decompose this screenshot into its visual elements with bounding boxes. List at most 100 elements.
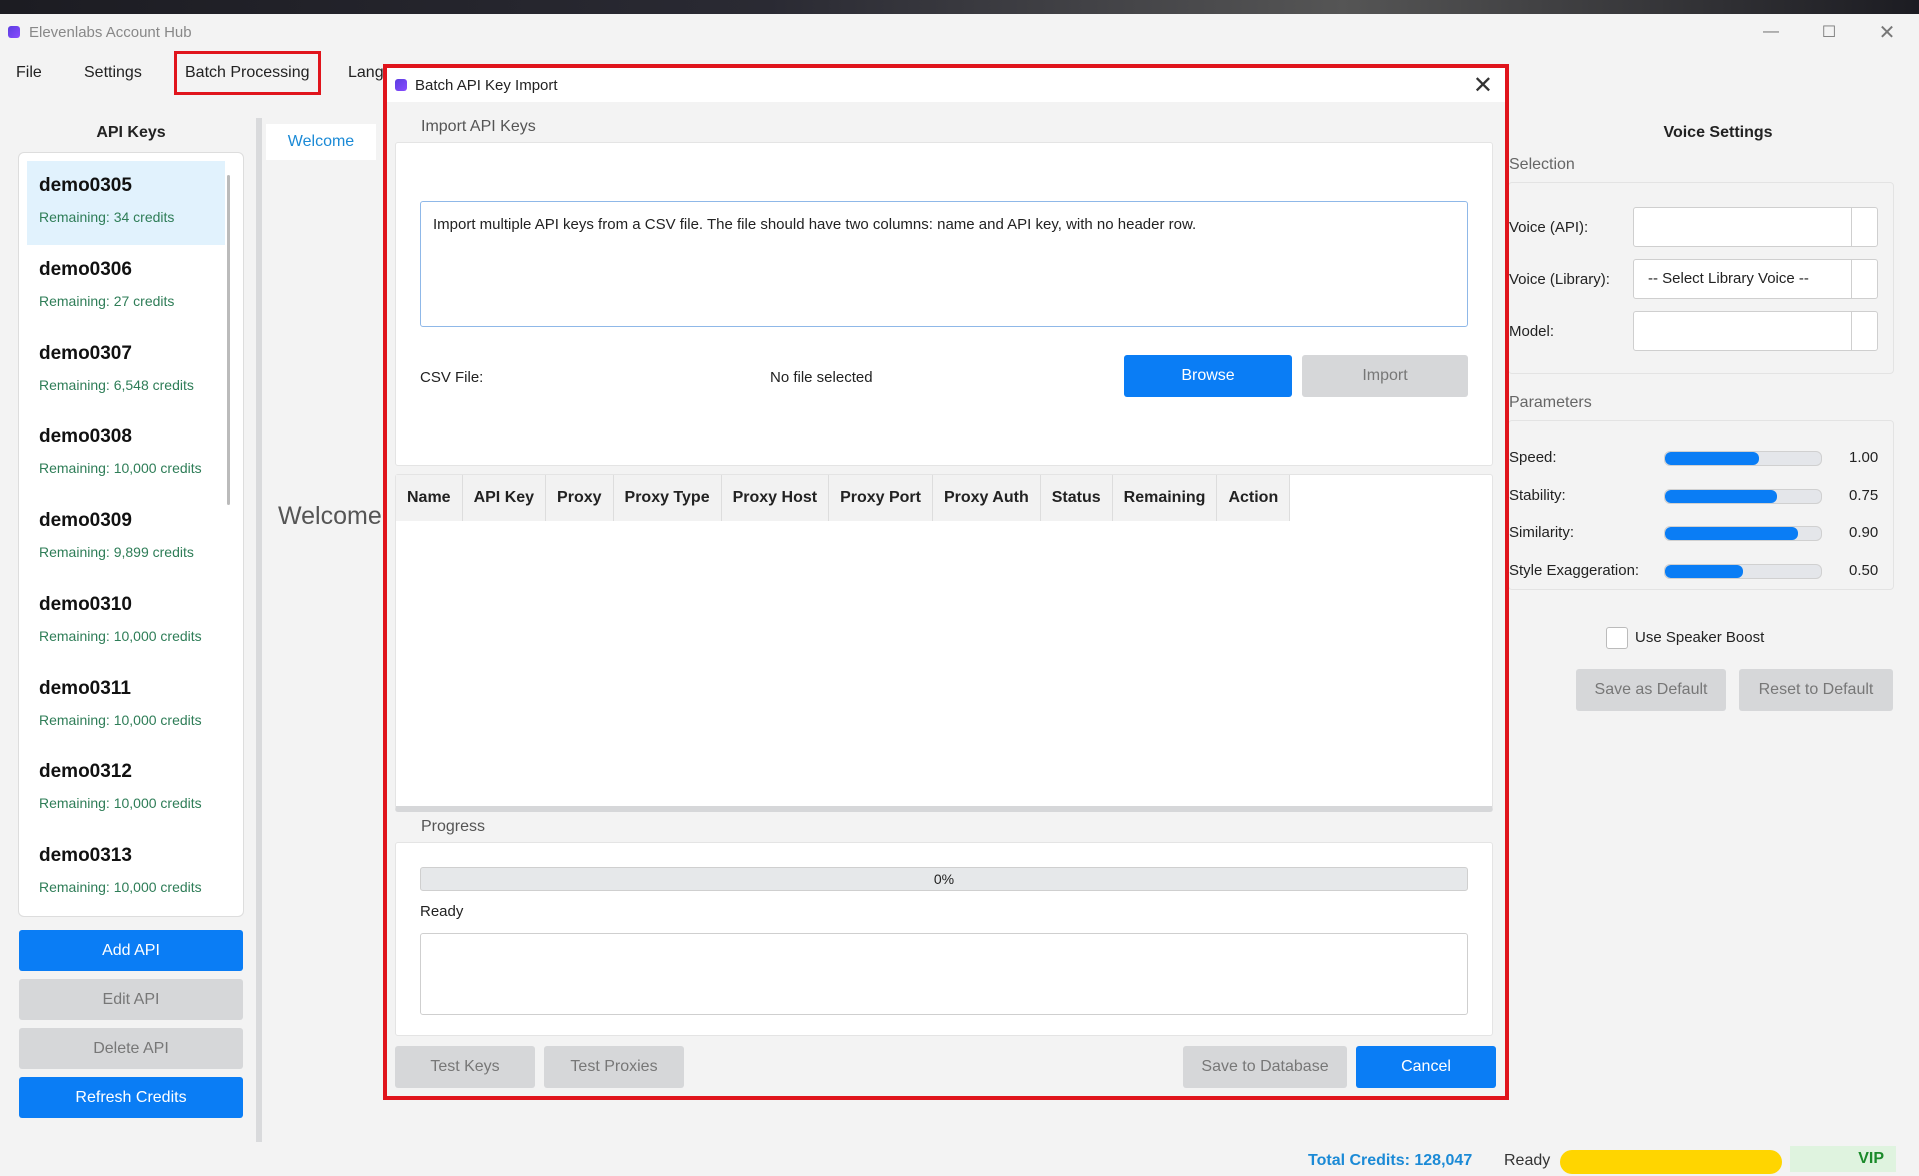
status-bar: Total Credits: 128,047 Ready VIP xyxy=(0,1142,1919,1176)
similarity-slider[interactable] xyxy=(1664,526,1822,541)
test-proxies-button[interactable]: Test Proxies xyxy=(544,1046,684,1088)
chevron-down-icon[interactable] xyxy=(1851,260,1877,298)
api-key-item[interactable]: demo0313 Remaining: 10,000 credits xyxy=(27,831,225,915)
redacted-email xyxy=(1560,1150,1782,1174)
refresh-credits-button[interactable]: Refresh Credits xyxy=(19,1077,243,1118)
api-key-name: demo0311 xyxy=(39,678,131,699)
speaker-boost-label: Use Speaker Boost xyxy=(1635,629,1765,646)
selection-group: Voice (API): Voice (Library): -- Select … xyxy=(1508,182,1894,374)
stability-value: 0.75 xyxy=(1849,487,1879,504)
dialog-title: Batch API Key Import xyxy=(415,77,558,94)
chevron-down-icon[interactable] xyxy=(1851,312,1877,350)
csv-file-status: No file selected xyxy=(770,369,873,386)
api-key-item[interactable]: demo0312 Remaining: 10,000 credits xyxy=(27,747,225,831)
api-key-name: demo0313 xyxy=(39,845,132,866)
api-key-list[interactable]: demo0305 Remaining: 34 credits demo0306 … xyxy=(18,152,244,917)
column-name[interactable]: Name xyxy=(396,475,463,521)
menu-batch-processing[interactable]: Batch Processing xyxy=(174,51,321,95)
maximize-icon[interactable]: ☐ xyxy=(1803,18,1855,46)
api-key-item[interactable]: demo0306 Remaining: 27 credits xyxy=(27,245,225,329)
speed-value: 1.00 xyxy=(1849,449,1879,466)
api-key-name: demo0308 xyxy=(39,426,132,447)
test-keys-button[interactable]: Test Keys xyxy=(395,1046,535,1088)
progress-bar: 0% xyxy=(420,867,1468,891)
reset-to-default-button[interactable]: Reset to Default xyxy=(1739,669,1893,711)
desktop-background xyxy=(0,0,1919,14)
model-label: Model: xyxy=(1509,323,1555,340)
style-exaggeration-slider[interactable] xyxy=(1664,564,1822,579)
total-credits: Total Credits: 128,047 xyxy=(1308,1152,1473,1169)
menu-settings[interactable]: Settings xyxy=(74,58,152,88)
close-icon[interactable]: ✕ xyxy=(1473,71,1493,100)
speed-label: Speed: xyxy=(1509,449,1557,466)
parameters-group: Speed: 1.00 Stability: 0.75 Similarity: … xyxy=(1508,420,1894,590)
progress-panel: 0% Ready xyxy=(395,842,1493,1036)
api-key-name: demo0309 xyxy=(39,510,132,531)
edit-api-button[interactable]: Edit API xyxy=(19,979,243,1020)
column-proxy-auth[interactable]: Proxy Auth xyxy=(933,475,1041,521)
minimize-icon[interactable]: — xyxy=(1745,18,1797,46)
progress-tab: Progress xyxy=(409,812,498,842)
import-api-keys-tab: Import API Keys xyxy=(409,112,548,142)
close-icon[interactable]: ✕ xyxy=(1861,18,1913,46)
save-to-database-button[interactable]: Save to Database xyxy=(1183,1046,1347,1088)
speaker-boost-checkbox[interactable] xyxy=(1606,627,1628,649)
import-panel: Import multiple API keys from a CSV file… xyxy=(395,142,1493,466)
api-key-remaining: Remaining: 9,899 credits xyxy=(39,544,194,560)
parameters-group-title: Parameters xyxy=(1509,394,1592,411)
api-key-name: demo0305 xyxy=(39,175,132,196)
api-key-item[interactable]: demo0311 Remaining: 10,000 credits xyxy=(27,664,225,748)
api-keys-panel: API Keys demo0305 Remaining: 34 credits … xyxy=(0,110,258,1120)
column-action[interactable]: Action xyxy=(1217,475,1291,521)
api-key-item[interactable]: demo0308 Remaining: 10,000 credits xyxy=(27,412,225,496)
chevron-down-icon[interactable] xyxy=(1851,208,1877,246)
cancel-button[interactable]: Cancel xyxy=(1356,1046,1496,1088)
browse-button[interactable]: Browse xyxy=(1124,355,1292,397)
api-key-remaining: Remaining: 10,000 credits xyxy=(39,879,202,895)
menu-file[interactable]: File xyxy=(6,58,52,88)
api-key-item[interactable]: demo0310 Remaining: 10,000 credits xyxy=(27,580,225,664)
progress-status: Ready xyxy=(420,903,464,920)
api-key-name: demo0310 xyxy=(39,594,132,615)
api-key-remaining: Remaining: 27 credits xyxy=(39,293,175,309)
api-key-item[interactable]: demo0307 Remaining: 6,548 credits xyxy=(27,329,225,413)
csv-file-label: CSV File: xyxy=(420,369,484,386)
tab-welcome[interactable]: Welcome xyxy=(266,124,376,160)
voice-library-select[interactable]: -- Select Library Voice -- xyxy=(1633,259,1878,299)
style-exaggeration-value: 0.50 xyxy=(1849,562,1879,579)
column-proxy-host[interactable]: Proxy Host xyxy=(722,475,830,521)
api-key-item[interactable]: demo0309 Remaining: 9,899 credits xyxy=(27,496,225,580)
status-ready: Ready xyxy=(1504,1152,1551,1169)
import-button[interactable]: Import xyxy=(1302,355,1468,397)
model-select[interactable] xyxy=(1633,311,1878,351)
api-key-name: demo0312 xyxy=(39,761,132,782)
panel-splitter[interactable] xyxy=(256,118,262,1148)
selection-group-title: Selection xyxy=(1509,156,1575,173)
column-status[interactable]: Status xyxy=(1041,475,1113,521)
add-api-button[interactable]: Add API xyxy=(19,930,243,971)
slider-fill xyxy=(1665,527,1798,540)
slider-fill xyxy=(1665,565,1743,578)
app-icon xyxy=(395,79,407,91)
stability-label: Stability: xyxy=(1509,487,1566,504)
progress-log[interactable] xyxy=(420,933,1468,1015)
keys-table: Name API Key Proxy Proxy Type Proxy Host… xyxy=(395,474,1493,812)
key-list-scrollbar[interactable] xyxy=(227,175,230,505)
column-proxy[interactable]: Proxy xyxy=(546,475,614,521)
column-remaining[interactable]: Remaining xyxy=(1113,475,1218,521)
slider-fill xyxy=(1665,452,1759,465)
voice-api-select[interactable] xyxy=(1633,207,1878,247)
delete-api-button[interactable]: Delete API xyxy=(19,1028,243,1069)
similarity-value: 0.90 xyxy=(1849,524,1879,541)
column-proxy-type[interactable]: Proxy Type xyxy=(614,475,722,521)
speed-slider[interactable] xyxy=(1664,451,1822,466)
save-as-default-button[interactable]: Save as Default xyxy=(1576,669,1726,711)
column-api-key[interactable]: API Key xyxy=(463,475,547,521)
api-key-name: demo0307 xyxy=(39,343,132,364)
column-proxy-port[interactable]: Proxy Port xyxy=(829,475,933,521)
voice-library-value: -- Select Library Voice -- xyxy=(1648,270,1809,287)
api-key-remaining: Remaining: 10,000 credits xyxy=(39,712,202,728)
api-key-item[interactable]: demo0305 Remaining: 34 credits xyxy=(27,161,225,245)
stability-slider[interactable] xyxy=(1664,489,1822,504)
import-description: Import multiple API keys from a CSV file… xyxy=(420,201,1468,327)
